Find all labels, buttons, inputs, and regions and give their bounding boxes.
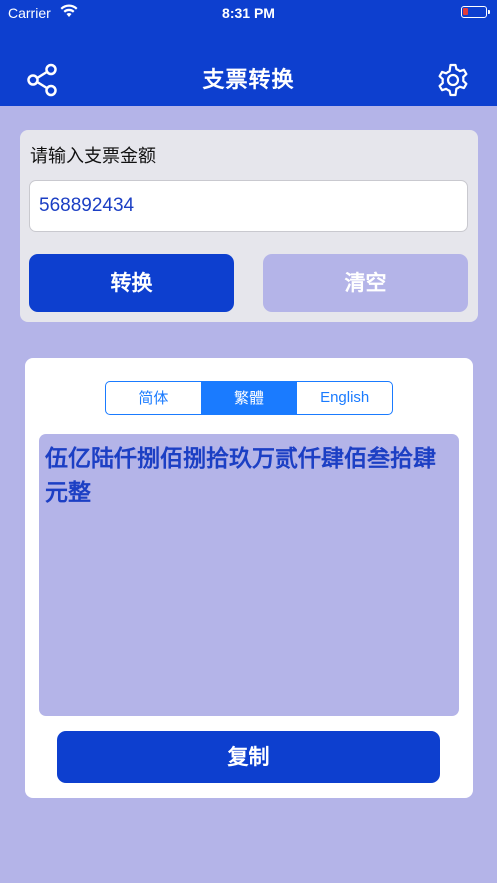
input-card: 请输入支票金额 568892434 转换 清空 [20, 130, 478, 322]
status-bar: Carrier 8:31 PM [0, 0, 497, 28]
amount-input[interactable]: 568892434 [29, 180, 468, 232]
navigation-bar: Carrier 8:31 PM 支票转换 [0, 0, 497, 106]
copy-button[interactable]: 复制 [57, 731, 440, 783]
language-segmented-control: 简体 繁體 English [105, 381, 393, 415]
amount-label: 请输入支票金额 [30, 146, 156, 167]
gear-icon[interactable] [435, 62, 471, 98]
tab-traditional[interactable]: 繁體 [201, 382, 298, 414]
clear-button[interactable]: 清空 [263, 254, 468, 312]
clock: 8:31 PM [222, 5, 275, 21]
tab-simplified[interactable]: 简体 [106, 382, 202, 414]
battery-icon [461, 6, 490, 18]
convert-button[interactable]: 转换 [29, 254, 234, 312]
battery-level [463, 8, 468, 15]
result-text[interactable]: 伍亿陆仟捌佰捌拾玖万贰仟肆佰叁拾肆元整 [39, 434, 459, 716]
page-title: 支票转换 [202, 68, 295, 93]
result-card: 简体 繁體 English 伍亿陆仟捌佰捌拾玖万贰仟肆佰叁拾肆元整 复制 [25, 358, 473, 798]
tab-english[interactable]: English [297, 382, 392, 414]
